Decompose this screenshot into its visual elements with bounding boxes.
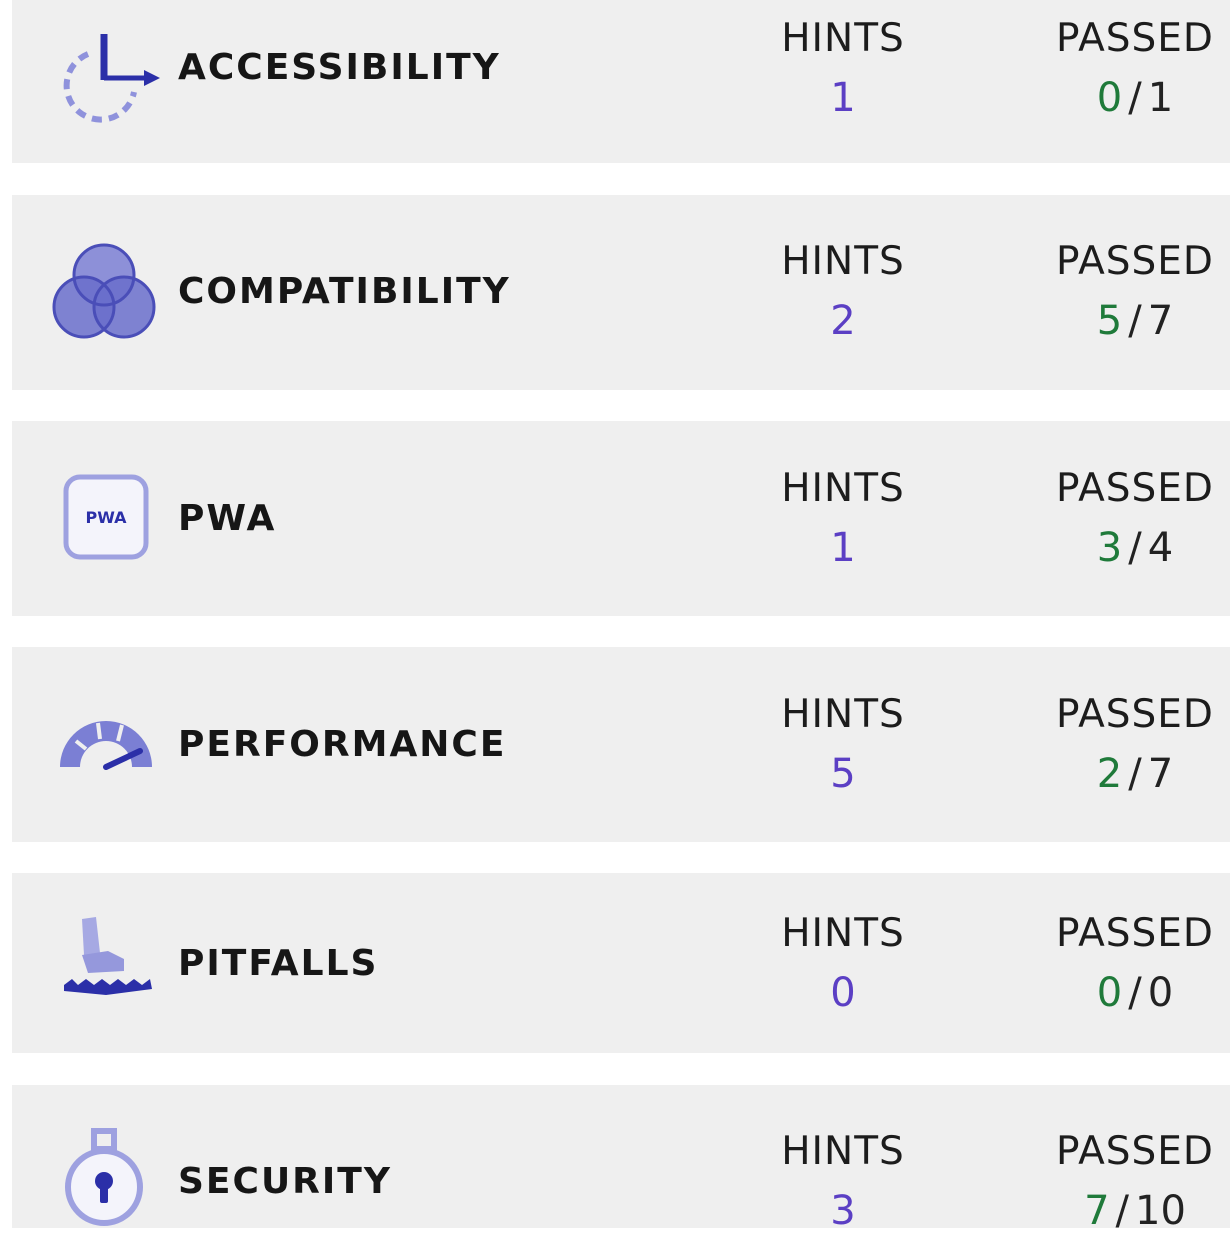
ratio-separator: /: [1128, 970, 1142, 1016]
passed-header: PASSED: [1056, 1129, 1214, 1174]
hints-count: 3: [830, 1188, 856, 1234]
hints-header: HINTS: [781, 911, 905, 956]
hints-column: HINTS 3: [768, 1132, 918, 1231]
passed-column: PASSED 5/7: [1028, 242, 1230, 341]
hints-header: HINTS: [781, 239, 905, 284]
category-card-performance[interactable]: PERFORMANCE HINTS 5 PASSED 2/7: [12, 647, 1230, 842]
hints-count: 0: [830, 970, 856, 1016]
passed-total: 7: [1147, 751, 1174, 797]
category-card-compatibility[interactable]: COMPATIBILITY HINTS 2 PASSED 5/7: [12, 195, 1230, 390]
passed-column: PASSED 7/10: [1028, 1132, 1230, 1231]
category-label: PITFALLS: [178, 943, 379, 984]
passed-ratio: 5/7: [1028, 301, 1230, 341]
passed-count: 0: [1096, 75, 1123, 121]
category-label: PWA: [178, 498, 277, 539]
passed-count: 3: [1096, 525, 1123, 571]
passed-count: 0: [1096, 970, 1123, 1016]
category-label: ACCESSIBILITY: [178, 47, 501, 88]
passed-total: 0: [1147, 970, 1174, 1016]
security-lock-icon: [48, 1127, 160, 1239]
hints-count: 1: [830, 525, 856, 571]
ratio-separator: /: [1128, 298, 1142, 344]
passed-total: 1: [1147, 75, 1174, 121]
performance-gauge-icon: [48, 689, 160, 801]
category-card-accessibility[interactable]: ACCESSIBILITY HINTS 1 PASSED 0/1: [12, 0, 1230, 163]
ratio-separator: /: [1115, 1188, 1130, 1234]
hints-count: 1: [830, 75, 856, 121]
pwa-icon-text: PWA: [85, 508, 127, 527]
compatibility-icon: [48, 237, 160, 349]
passed-total: 4: [1147, 525, 1174, 571]
hints-header: HINTS: [781, 466, 905, 511]
ratio-separator: /: [1128, 75, 1142, 121]
passed-ratio: 0/1: [1028, 78, 1230, 118]
passed-column: PASSED 0/1: [1028, 19, 1230, 118]
passed-header: PASSED: [1056, 16, 1214, 61]
passed-header: PASSED: [1056, 466, 1214, 511]
pwa-icon: PWA: [48, 461, 160, 573]
passed-column: PASSED 2/7: [1028, 695, 1230, 794]
hints-header: HINTS: [781, 692, 905, 737]
ratio-separator: /: [1128, 525, 1142, 571]
passed-total: 10: [1135, 1188, 1186, 1234]
passed-ratio: 2/7: [1028, 754, 1230, 794]
hints-count: 2: [830, 298, 856, 344]
category-card-security[interactable]: SECURITY HINTS 3 PASSED 7/10: [12, 1085, 1230, 1231]
category-label: SECURITY: [178, 1161, 392, 1202]
accessibility-icon: [48, 16, 160, 128]
passed-column: PASSED 3/4: [1028, 469, 1230, 568]
hints-column: HINTS 5: [768, 695, 918, 794]
passed-column: PASSED 0/0: [1028, 914, 1230, 1013]
pitfalls-icon: [48, 903, 160, 1015]
passed-header: PASSED: [1056, 692, 1214, 737]
passed-total: 7: [1147, 298, 1174, 344]
passed-header: PASSED: [1056, 911, 1214, 956]
passed-ratio: 3/4: [1028, 528, 1230, 568]
hints-column: HINTS 0: [768, 914, 918, 1013]
hints-header: HINTS: [781, 16, 905, 61]
category-card-pitfalls[interactable]: PITFALLS HINTS 0 PASSED 0/0: [12, 873, 1230, 1053]
hints-header: HINTS: [781, 1129, 905, 1174]
hints-count: 5: [830, 751, 856, 797]
hints-column: HINTS 1: [768, 469, 918, 568]
hints-column: HINTS 2: [768, 242, 918, 341]
passed-count: 5: [1096, 298, 1123, 344]
category-label: PERFORMANCE: [178, 724, 507, 765]
passed-count: 7: [1084, 1188, 1110, 1234]
passed-ratio: 7/10: [1028, 1191, 1230, 1231]
category-label: COMPATIBILITY: [178, 271, 511, 312]
passed-ratio: 0/0: [1028, 973, 1230, 1013]
hints-column: HINTS 1: [768, 19, 918, 118]
ratio-separator: /: [1128, 751, 1142, 797]
passed-count: 2: [1096, 751, 1123, 797]
category-card-pwa[interactable]: PWA PWA HINTS 1 PASSED 3/4: [12, 421, 1230, 616]
passed-header: PASSED: [1056, 239, 1214, 284]
